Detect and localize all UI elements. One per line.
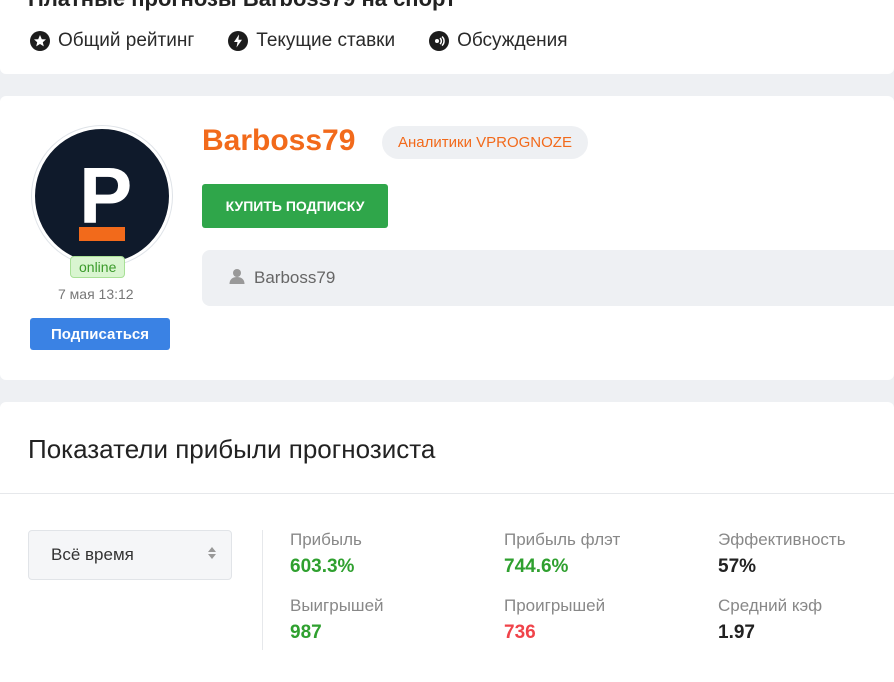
avatar[interactable]: P bbox=[32, 126, 172, 266]
status-badge: online bbox=[70, 256, 126, 278]
stat-label: Прибыль флэт bbox=[504, 530, 621, 549]
svg-text:P: P bbox=[79, 151, 132, 240]
sort-arrows-icon bbox=[207, 545, 217, 566]
nav-item-discussions[interactable]: Обсуждения bbox=[429, 30, 568, 52]
last-seen-time: 7 мая 13:12 bbox=[58, 286, 134, 302]
stat-wins: Выигрышей 987 bbox=[290, 596, 384, 644]
stat-efficiency: Эффективность 57% bbox=[718, 530, 846, 578]
user-icon bbox=[228, 267, 246, 290]
stat-value: 987 bbox=[290, 622, 322, 643]
nav-item-rating[interactable]: Общий рейтинг bbox=[30, 30, 194, 52]
stat-value: 603.3% bbox=[290, 556, 355, 577]
nav-label-discussions: Обсуждения bbox=[457, 30, 568, 51]
vertical-divider bbox=[262, 530, 263, 650]
stat-value: 1.97 bbox=[718, 622, 755, 643]
divider bbox=[0, 493, 894, 494]
stat-label: Прибыль bbox=[290, 530, 362, 549]
chat-icon bbox=[429, 31, 450, 51]
page-title: Платные прогнозы Barboss79 на спорт bbox=[28, 0, 456, 12]
header-card: Платные прогнозы Barboss79 на спорт Общи… bbox=[0, 0, 894, 74]
stat-value: 57% bbox=[718, 556, 757, 577]
stat-label: Выигрышей bbox=[290, 596, 384, 615]
bolt-icon bbox=[228, 31, 249, 51]
stat-profit-flat: Прибыль флэт 744.6% bbox=[504, 530, 620, 578]
stat-label: Средний кэф bbox=[718, 596, 823, 615]
period-select[interactable]: Всё время bbox=[28, 530, 232, 580]
buy-subscription-button[interactable]: КУПИТЬ ПОДПИСКУ bbox=[202, 184, 388, 228]
user-info-strip: Barboss79 bbox=[202, 250, 894, 306]
stat-label: Эффективность bbox=[718, 530, 846, 549]
role-badge[interactable]: Аналитики VPROGNOZE bbox=[382, 126, 588, 159]
subscribe-button[interactable]: Подписаться bbox=[30, 318, 170, 350]
header-nav: Общий рейтинг Текущие ставки Обсуждения bbox=[30, 30, 568, 52]
nav-label-rating: Общий рейтинг bbox=[58, 30, 195, 51]
stat-losses: Проигрышей 736 bbox=[504, 596, 605, 644]
stat-avg-odds: Средний кэф 1.97 bbox=[718, 596, 822, 644]
stats-title: Показатели прибыли прогнозиста bbox=[28, 434, 436, 464]
nav-label-current-bets: Текущие ставки bbox=[256, 30, 396, 51]
stat-value: 736 bbox=[504, 622, 536, 643]
stat-profit: Прибыль 603.3% bbox=[290, 530, 362, 578]
star-icon bbox=[30, 31, 50, 51]
stat-label: Проигрышей bbox=[504, 596, 606, 615]
profile-card: P online 7 мая 13:12 Подписаться Barboss… bbox=[0, 96, 894, 380]
period-select-value: Всё время bbox=[51, 545, 134, 564]
stat-value: 744.6% bbox=[504, 556, 569, 577]
stats-card: Показатели прибыли прогнозиста Всё время… bbox=[0, 402, 894, 682]
username[interactable]: Barboss79 bbox=[202, 124, 355, 158]
nav-item-current-bets[interactable]: Текущие ставки bbox=[228, 30, 395, 52]
strip-username[interactable]: Barboss79 bbox=[254, 268, 335, 288]
